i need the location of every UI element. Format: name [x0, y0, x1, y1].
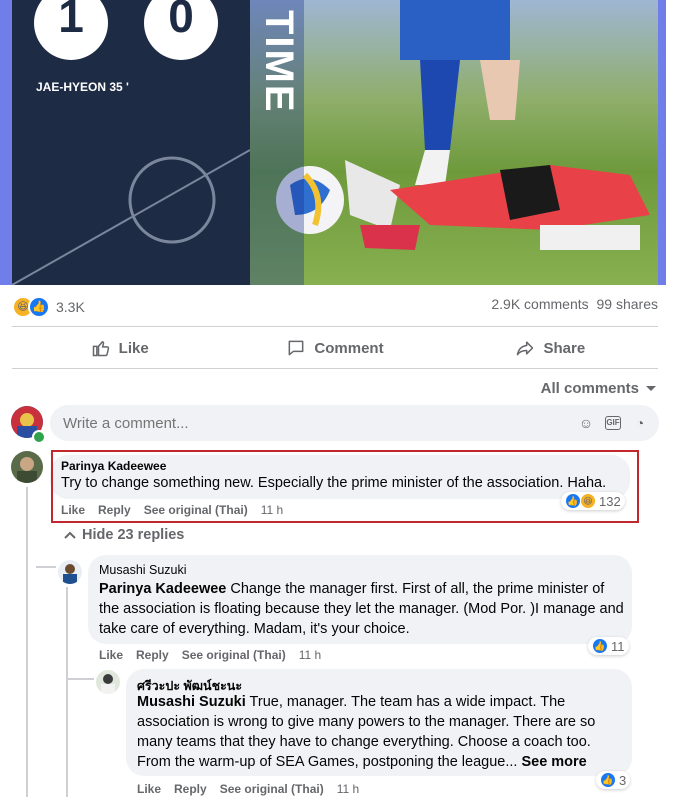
image-content: 1 0 JAE-HYEON 35 ' TIME — [12, 0, 658, 285]
reaction-number: 3 — [619, 772, 627, 788]
reaction-count: 3.3K — [56, 299, 85, 315]
reply-author-avatar[interactable] — [96, 670, 120, 694]
avatar-image — [58, 560, 82, 584]
mention-link[interactable]: Musashi Suzuki — [137, 694, 246, 710]
reply-author-avatar[interactable] — [58, 560, 82, 584]
comment-button[interactable]: Comment — [227, 333, 442, 363]
hide-replies-button[interactable]: Hide 23 replies — [64, 527, 184, 543]
like-label: Like — [118, 339, 149, 357]
comment-filter-label: All comments — [540, 380, 639, 397]
reply-reply-link[interactable]: Reply — [174, 782, 207, 796]
thumbs-up-icon — [92, 341, 109, 357]
see-original-link[interactable]: See original (Thai) — [182, 648, 286, 662]
away-score: 0 — [144, 0, 218, 60]
chevron-up-icon — [64, 531, 76, 539]
like-reaction-icon: 👍 — [600, 772, 616, 788]
stats-right: 2.9K comments 99 shares — [491, 296, 658, 312]
action-bar: Like Comment Share — [12, 333, 658, 363]
reply-reply-link[interactable]: Reply — [136, 648, 169, 662]
hide-replies-label: Hide 23 replies — [82, 527, 185, 543]
thread-connector — [36, 566, 56, 568]
match-photo — [250, 0, 658, 285]
reply-like-link[interactable]: Like — [137, 782, 161, 796]
see-more-link[interactable]: See more — [521, 754, 586, 770]
comment-label: Comment — [314, 339, 384, 357]
composer-icons: ☺ GIF ◔ — [577, 414, 649, 432]
thread-connector-nested — [68, 678, 94, 680]
gif-icon[interactable]: GIF — [605, 416, 621, 430]
reaction-summary[interactable]: 😆 👍 3.3K — [12, 296, 85, 318]
pitch-lines — [12, 149, 250, 285]
comment-count-link[interactable]: 2.9K comments — [491, 296, 588, 312]
share-count-link[interactable]: 99 shares — [597, 296, 658, 312]
highlight-box — [51, 450, 639, 523]
avatar-image — [11, 451, 43, 483]
like-button[interactable]: Like — [12, 333, 227, 363]
reply-bubble: ศรีวะปะ พัฒน์ชะนะ Musashi Suzuki True, m… — [126, 669, 632, 776]
reply-timestamp[interactable]: 11 h — [299, 648, 321, 662]
comment-composer[interactable]: ☺ GIF ◔ — [50, 405, 659, 441]
share-icon — [517, 341, 534, 356]
caret-down-icon — [646, 385, 656, 391]
see-original-link[interactable]: See original (Thai) — [220, 782, 324, 796]
sticker-icon[interactable]: ◔ — [631, 414, 649, 432]
comment-icon — [288, 340, 304, 356]
score-panel: 1 0 JAE-HYEON 35 ' — [12, 0, 250, 285]
reply-reaction-count[interactable]: 👍 3 — [596, 771, 631, 789]
actions-divider — [12, 368, 658, 369]
reply-text: Musashi Suzuki True, manager. The team h… — [137, 692, 625, 772]
post-stats: 😆 👍 3.3K 2.9K comments 99 shares — [12, 296, 658, 318]
reply-timestamp[interactable]: 11 h — [337, 782, 359, 796]
overlay-text: TIME — [257, 10, 301, 114]
avatar-image — [96, 670, 120, 694]
reply-reaction-count[interactable]: 👍 11 — [588, 637, 629, 655]
like-reaction-icon: 👍 — [28, 296, 50, 318]
reply-author-name[interactable]: Musashi Suzuki — [99, 563, 187, 577]
comment-author-avatar[interactable] — [11, 451, 43, 483]
emoji-icon[interactable]: ☺ — [577, 414, 595, 432]
scorer-label: JAE-HYEON 35 ' — [36, 80, 129, 94]
home-score: 1 — [34, 0, 108, 60]
thread-line-nested — [66, 587, 68, 797]
reply-bubble: Musashi Suzuki Parinya Kadeewee Change t… — [88, 555, 632, 644]
thread-line — [26, 487, 28, 797]
reply-like-link[interactable]: Like — [99, 648, 123, 662]
stats-divider — [12, 326, 658, 327]
players-illustration — [276, 0, 650, 250]
reply-meta: Like Reply See original (Thai) 11 h — [99, 648, 321, 662]
reply-text: Parinya Kadeewee Change the manager firs… — [99, 579, 624, 639]
share-label: Share — [543, 339, 586, 357]
reply-meta: Like Reply See original (Thai) 11 h — [137, 782, 359, 796]
comment-filter-dropdown[interactable]: All comments — [541, 380, 657, 397]
like-reaction-icon: 👍 — [592, 638, 608, 654]
mention-link[interactable]: Parinya Kadeewee — [99, 581, 226, 597]
comment-input[interactable] — [61, 414, 485, 433]
share-button[interactable]: Share — [443, 333, 658, 363]
online-status-dot — [32, 430, 46, 444]
reaction-number: 11 — [611, 638, 625, 654]
post-image[interactable]: 1 0 JAE-HYEON 35 ' TIME — [0, 0, 677, 285]
